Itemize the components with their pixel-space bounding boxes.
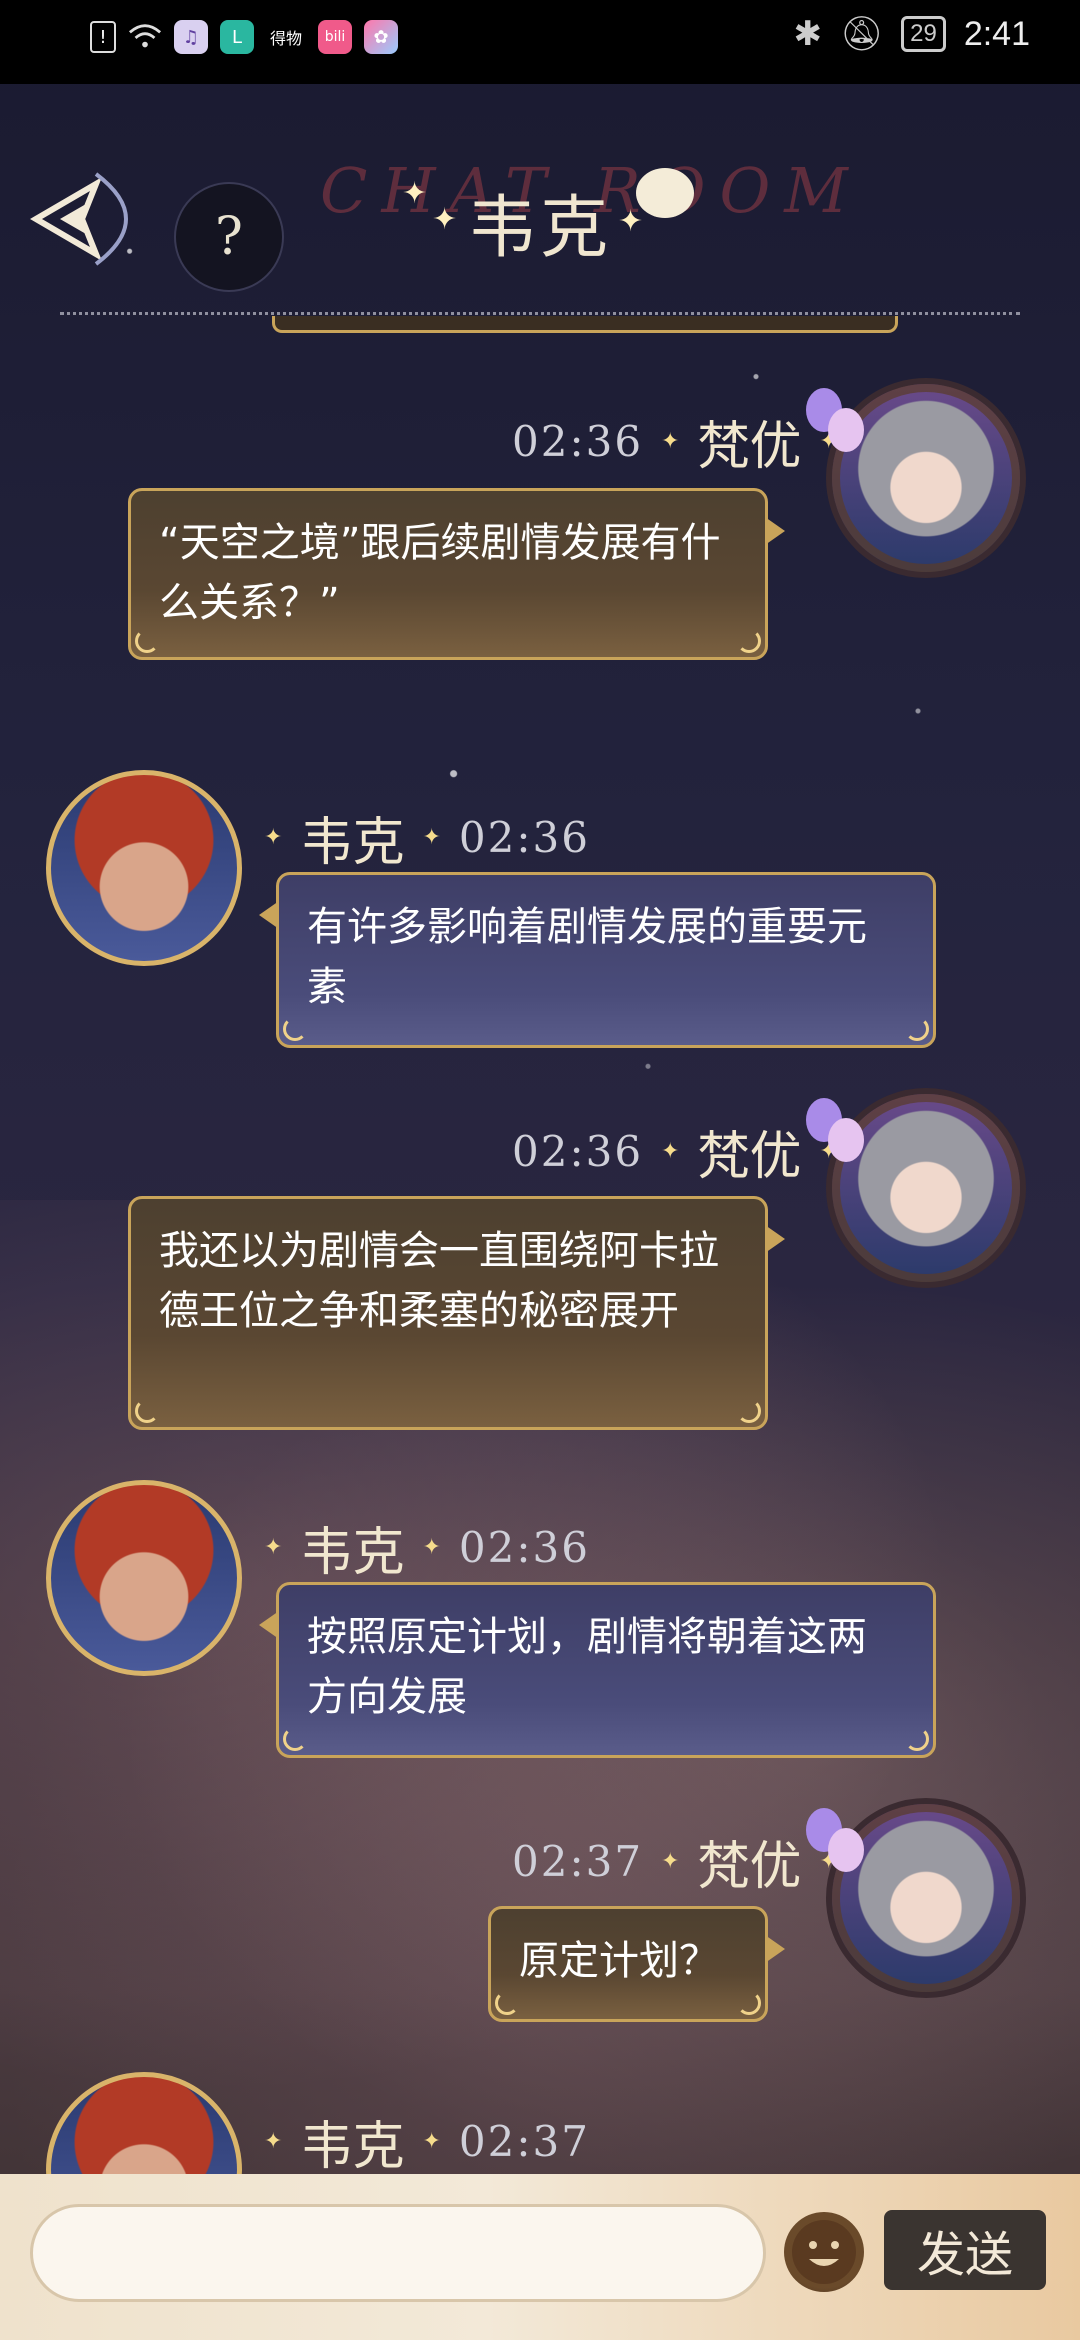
sender-name: 韦克 [300, 2117, 405, 2177]
emoji-button[interactable] [784, 2212, 864, 2292]
sparkle-icon: ✦ [661, 1849, 680, 1874]
sparkle-icon: ✦ [661, 429, 680, 454]
music-app-icon: ♫ [174, 20, 208, 54]
chat-bubble-icon [636, 168, 694, 218]
clock: 2:41 [963, 14, 1030, 53]
sender-name: 梵优 [697, 417, 802, 477]
flower-app-icon: ✿ [364, 20, 398, 54]
bubble-corner-ornament [283, 1017, 307, 1041]
alert-icon: ! [90, 21, 116, 53]
sparkle-icon: ✦ [264, 2129, 283, 2154]
user-message-bubble[interactable]: 原定计划？ [488, 1906, 785, 2022]
user-avatar-frame[interactable] [806, 368, 1036, 608]
bubble-corner-ornament [737, 629, 761, 653]
bubble-corner-ornament [905, 1727, 929, 1751]
message-meta: 02:36 ✦ 梵优 ✦ [512, 1114, 838, 1189]
bubble-corner-ornament [135, 1399, 159, 1423]
bubble-corner-ornament [135, 629, 159, 653]
system-indicators: ✱ 🔕︎ 29 2:41 [793, 14, 1030, 54]
sender-name: 梵优 [697, 1837, 802, 1897]
message-meta: 02:37 ✦ 梵优 ✦ [512, 1824, 838, 1899]
bubble-corner-ornament [737, 1991, 761, 2015]
sparkle-icon: ✦ [422, 825, 441, 850]
avatar [826, 1088, 1026, 1288]
sparkle-icon: ✦ [422, 1535, 441, 1560]
message-time: 02:37 [458, 2117, 590, 2166]
user-message-bubble[interactable]: 我还以为剧情会一直围绕阿卡拉德王位之争和柔塞的秘密展开 [128, 1196, 785, 1430]
npc-message-bubble[interactable]: 按照原定计划，剧情将朝着这两方向发展 [259, 1582, 936, 1758]
bubble-corner-ornament [905, 1017, 929, 1041]
sender-name: 梵优 [697, 1127, 802, 1187]
battery-indicator: 29 [901, 16, 946, 52]
wifi-icon [128, 20, 162, 54]
message-text: “天空之境”跟后续剧情发展有什么关系？” [159, 520, 721, 626]
sparkle-icon: ✦ [264, 825, 283, 850]
message-time: 02:37 [512, 1837, 644, 1886]
sparkle-icon: ✦ [661, 1139, 680, 1164]
sender-name: 韦克 [300, 1523, 405, 1583]
bilibili-app-icon: bili [318, 20, 352, 54]
send-button[interactable]: 发送 [884, 2210, 1046, 2290]
message-input-bar: 发送 [0, 2174, 1080, 2340]
message-meta: 02:36 ✦ 梵优 ✦ [512, 404, 838, 479]
message-text: 原定计划？ [519, 1938, 719, 1984]
bubble-corner-ornament [495, 1991, 519, 2015]
message-time: 02:36 [458, 1523, 590, 1572]
message-meta: ✦ 韦克 ✦ 02:37 [264, 2104, 590, 2179]
notification-icons: ! ♫ L 得物 bili ✿ [90, 20, 398, 54]
balloon-icon [828, 1828, 864, 1872]
message-time: 02:36 [512, 1127, 644, 1176]
message-text: 我还以为剧情会一直围绕阿卡拉德王位之争和柔塞的秘密展开 [159, 1228, 719, 1334]
npc-message-bubble[interactable]: 有许多影响着剧情发展的重要元素 [259, 872, 936, 1048]
page-title: 韦克 [467, 189, 612, 268]
bubble-corner-ornament [283, 1727, 307, 1751]
sparkle-icon: ✦ [264, 1535, 283, 1560]
message-meta: ✦ 韦克 ✦ 02:36 [264, 800, 590, 875]
npc-avatar[interactable] [46, 1480, 242, 1676]
user-avatar-frame[interactable] [806, 1788, 1036, 2028]
header-divider [60, 312, 1020, 315]
message-input[interactable] [30, 2204, 766, 2302]
message-time: 02:36 [512, 417, 644, 466]
message-time: 02:36 [458, 813, 590, 862]
sender-name: 韦克 [300, 813, 405, 873]
user-message-bubble[interactable]: “天空之境”跟后续剧情发展有什么关系？” [128, 488, 785, 660]
avatar [826, 378, 1026, 578]
bluetooth-icon: ✱ [793, 15, 822, 53]
sparkle-icon: ✦ [422, 2129, 441, 2154]
sparkle-icon: ✦ [618, 204, 644, 239]
l-app-icon: L [220, 20, 254, 54]
status-bar: ! ♫ L 得物 bili ✿ ✱ 🔕︎ 29 2:41 [0, 0, 1080, 84]
mute-bell-icon: 🔕︎ [839, 15, 884, 53]
avatar [826, 1798, 1026, 1998]
dewu-app-icon: 得物 [269, 29, 302, 48]
previous-message-tail [272, 316, 898, 333]
bubble-corner-ornament [737, 1399, 761, 1423]
balloon-icon [828, 1118, 864, 1162]
user-avatar-frame[interactable] [806, 1078, 1036, 1318]
npc-avatar[interactable] [46, 770, 242, 966]
message-meta: ✦ 韦克 ✦ 02:36 [264, 1510, 590, 1585]
smiley-icon [792, 2220, 856, 2284]
chat-header: ? CHAT ROOM ✦ ✦ 韦克 ✦ [0, 84, 1080, 334]
balloon-icon [828, 408, 864, 452]
message-text: 按照原定计划，剧情将朝着这两方向发展 [307, 1614, 867, 1720]
message-text: 有许多影响着剧情发展的重要元素 [307, 904, 867, 1010]
